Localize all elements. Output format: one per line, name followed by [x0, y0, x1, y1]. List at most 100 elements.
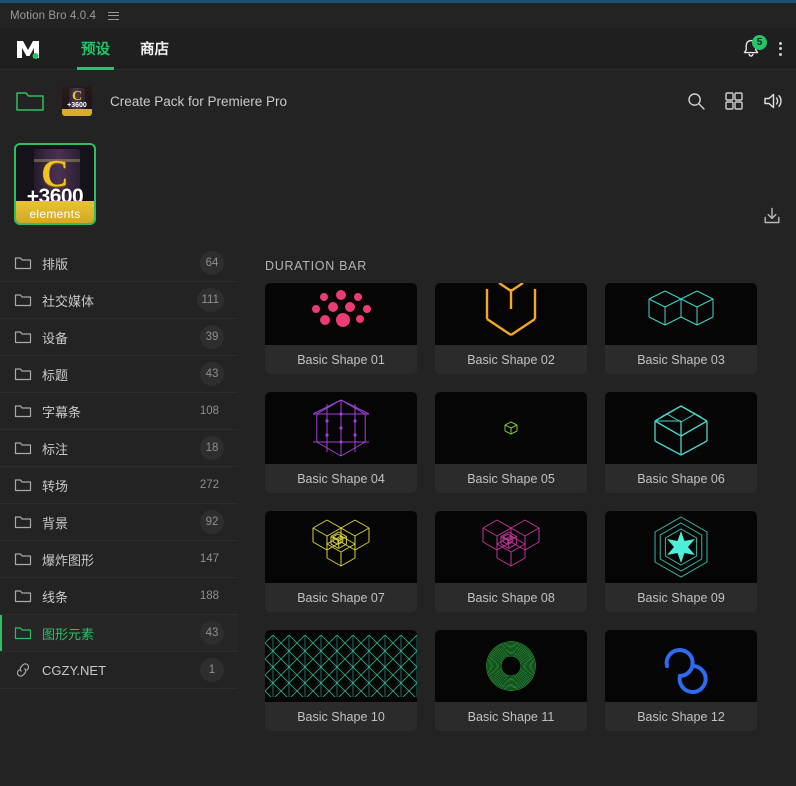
folder-icon — [14, 514, 32, 530]
folder-icon — [14, 292, 32, 308]
sidebar-item-6[interactable]: 标注 18 — [0, 430, 238, 467]
sidebar-item-count: 39 — [200, 325, 224, 349]
folder-icon — [14, 588, 32, 604]
breadcrumb-pack-thumbnail: C +3600 — [62, 86, 92, 116]
search-icon[interactable] — [686, 91, 706, 111]
sidebar-item-label: 爆炸图形 — [42, 550, 94, 569]
tab-presets[interactable]: 预设 — [73, 28, 118, 70]
preset-card[interactable]: Basic Shape 06 — [605, 392, 757, 493]
hamburger-icon[interactable] — [106, 9, 121, 23]
sidebar-item-9[interactable]: 爆炸图形 147 — [0, 541, 238, 578]
folder-icon — [14, 403, 32, 419]
preset-card[interactable]: Basic Shape 10 — [265, 630, 417, 731]
link-icon — [14, 662, 32, 678]
preset-card[interactable]: Basic Shape 11 — [435, 630, 587, 731]
preset-thumbnail — [265, 283, 417, 345]
preset-card[interactable]: Basic Shape 07 — [265, 511, 417, 612]
pack-art-band-label: elements — [16, 207, 94, 221]
sidebar-selected-accent — [0, 652, 2, 688]
preset-label: Basic Shape 01 — [265, 345, 417, 374]
nav-tabs: 预设 商店 — [73, 28, 191, 70]
preset-label: Basic Shape 05 — [435, 464, 587, 493]
sidebar-item-11[interactable]: 图形元素43 — [0, 615, 238, 652]
folder-icon — [14, 329, 32, 345]
sidebar-item-label: 背景 — [42, 513, 68, 532]
sidebar-item-7[interactable]: 转场272 — [0, 467, 238, 504]
preset-thumbnail — [605, 283, 757, 345]
preset-label: Basic Shape 08 — [435, 583, 587, 612]
preset-card[interactable]: Basic Shape 02 — [435, 283, 587, 374]
title-bar: Motion Bro 4.0.4 — [0, 3, 796, 28]
motion-bro-logo-icon — [14, 36, 44, 62]
window-title: Motion Bro 4.0.4 — [10, 10, 96, 22]
sidebar-item-count: 43 — [200, 621, 224, 645]
sidebar-item-label: 标注 — [42, 439, 68, 458]
nav-bar: 预设 商店 5 — [0, 28, 796, 70]
category-sidebar: 排版64社交媒体111 设备 39 标题43 字幕条 108 标注 18 转场272 背景 92 爆炸… — [0, 245, 238, 786]
sidebar-item-4[interactable]: 标题43 — [0, 356, 238, 393]
sidebar-selected-accent — [0, 356, 2, 392]
notification-badge: 5 — [752, 35, 767, 50]
pack-hero-thumbnail[interactable]: C +3600 elements — [14, 143, 96, 225]
sidebar-item-label: 设备 — [42, 328, 68, 347]
sidebar-item-count: 43 — [200, 362, 224, 386]
preset-thumbnail — [435, 392, 587, 464]
folder-icon[interactable] — [14, 88, 46, 114]
preset-thumbnail — [265, 392, 417, 464]
preset-thumbnail — [265, 630, 417, 702]
preset-card[interactable]: Basic Shape 03 — [605, 283, 757, 374]
kebab-menu-icon[interactable] — [777, 40, 784, 58]
preset-label: Basic Shape 03 — [605, 345, 757, 374]
motion-bro-window: Motion Bro 4.0.4 预设 商店 5 — [0, 0, 796, 786]
sidebar-item-count: 92 — [200, 510, 224, 534]
sidebar-item-1[interactable]: 排版64 — [0, 245, 238, 282]
grid-view-icon[interactable] — [724, 91, 744, 111]
sidebar-selected-accent — [0, 467, 2, 503]
sound-icon[interactable] — [762, 91, 784, 111]
folder-icon — [14, 551, 32, 567]
sidebar-item-10[interactable]: 线条 188 — [0, 578, 238, 615]
preset-content: DURATION BAR Basic Shape 01 Basic Shape 0… — [238, 245, 796, 786]
preset-thumbnail — [435, 511, 587, 583]
sidebar-item-count: 108 — [195, 399, 224, 423]
sidebar-item-count: 188 — [195, 584, 224, 608]
preset-card[interactable]: Basic Shape 01 — [265, 283, 417, 374]
sidebar-selected-accent — [0, 430, 2, 466]
preset-card[interactable]: Basic Shape 05 — [435, 392, 587, 493]
preset-card[interactable]: Basic Shape 09 — [605, 511, 757, 612]
preset-label: Basic Shape 12 — [605, 702, 757, 731]
preset-card[interactable]: Basic Shape 04 — [265, 392, 417, 493]
sidebar-item-5[interactable]: 字幕条 108 — [0, 393, 238, 430]
sidebar-item-count: 147 — [195, 547, 224, 571]
preset-thumbnail — [435, 630, 587, 702]
sidebar-item-label: 排版 — [42, 254, 68, 273]
preset-card[interactable]: Basic Shape 12 — [605, 630, 757, 731]
preset-label: Basic Shape 11 — [435, 702, 587, 731]
sidebar-item-label: 线条 — [42, 587, 68, 606]
sidebar-item-2[interactable]: 社交媒体111 — [0, 282, 238, 319]
section-title: DURATION BAR — [238, 245, 796, 281]
sidebar-selected-accent — [0, 393, 2, 429]
folder-icon — [14, 255, 32, 271]
preset-thumbnail — [605, 630, 757, 702]
preset-card[interactable]: Basic Shape 08 — [435, 511, 587, 612]
sidebar-item-label: CGZY.NET — [42, 663, 106, 678]
download-icon[interactable] — [762, 206, 782, 226]
tab-store-label: 商店 — [140, 38, 169, 59]
sidebar-item-count: 111 — [197, 288, 224, 312]
sidebar-selected-accent — [0, 282, 2, 318]
notifications-button[interactable]: 5 — [741, 38, 761, 60]
sidebar-item-label: 转场 — [42, 476, 68, 495]
folder-icon — [14, 625, 32, 641]
sidebar-item-count: 18 — [200, 436, 224, 460]
sidebar-item-label: 字幕条 — [42, 402, 81, 421]
sidebar-item-8[interactable]: 背景 92 — [0, 504, 238, 541]
sidebar-selected-accent — [0, 245, 2, 281]
breadcrumb-bar: C +3600 Create Pack for Premiere Pro — [0, 70, 796, 132]
sidebar-item-3[interactable]: 设备 39 — [0, 319, 238, 356]
sidebar-item-12[interactable]: CGZY.NET 1 — [0, 652, 238, 689]
sidebar-item-count: 1 — [200, 658, 224, 682]
preset-thumbnail — [605, 392, 757, 464]
tab-store[interactable]: 商店 — [132, 28, 177, 70]
folder-icon — [14, 477, 32, 493]
